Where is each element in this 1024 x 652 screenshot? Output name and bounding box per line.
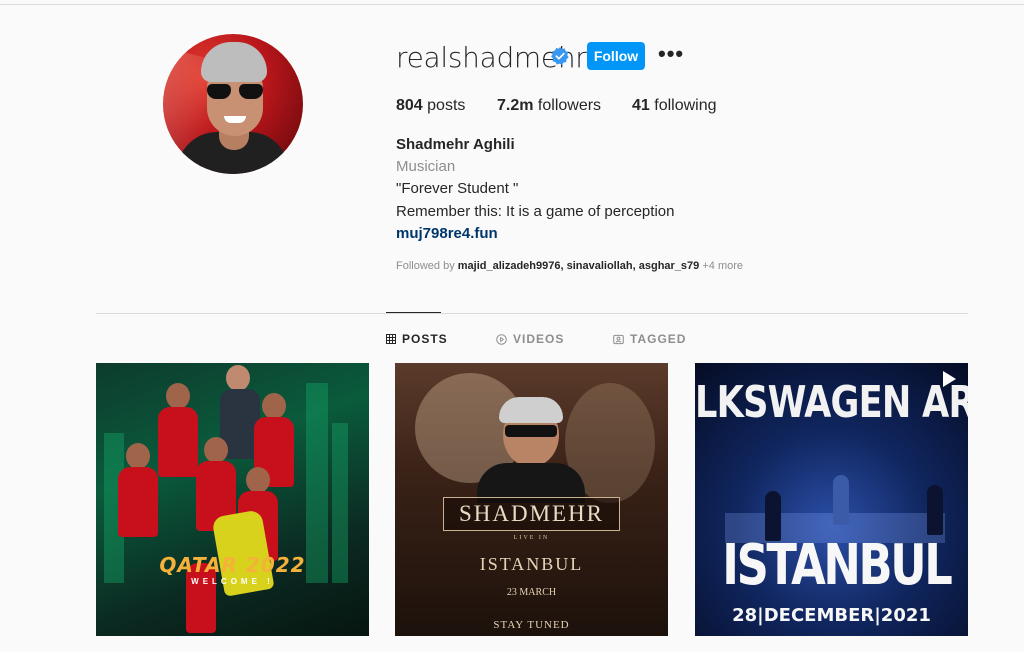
- followers-stat[interactable]: 7.2m followers: [497, 97, 601, 115]
- posts-label: posts: [427, 97, 466, 114]
- singer-hair: [499, 397, 563, 423]
- verified-badge-icon: [551, 47, 569, 65]
- following-label: following: [654, 97, 717, 114]
- tab-videos-label: VIDEOS: [513, 332, 565, 346]
- avatar-smile: [224, 116, 246, 123]
- tab-posts[interactable]: POSTS: [386, 332, 448, 346]
- tabs-divider: [96, 313, 968, 314]
- post-poster-live: LIVE IN: [513, 535, 550, 541]
- following-count: 41: [632, 97, 650, 114]
- post-city-text: ISTANBUL: [722, 533, 952, 598]
- more-options-icon[interactable]: •••: [658, 43, 684, 65]
- band-member-figure: [927, 485, 943, 535]
- active-tab-indicator: [386, 312, 441, 313]
- post-poster-footer: STAY TUNED: [493, 619, 570, 631]
- profile-bio-line-1: "Forever Student ": [396, 180, 519, 197]
- player-head: [246, 467, 270, 493]
- play-circle-icon: [496, 333, 507, 345]
- tab-tagged[interactable]: TAGGED: [613, 332, 686, 346]
- tab-tagged-label: TAGGED: [630, 332, 687, 346]
- player-head: [166, 383, 190, 409]
- followers-count: 7.2m: [497, 97, 534, 114]
- profile-avatar[interactable]: [163, 34, 303, 174]
- tag-icon: [613, 334, 624, 344]
- top-divider: [0, 4, 1024, 5]
- profile-full-name: Shadmehr Aghili: [396, 136, 515, 153]
- grid-icon: [386, 334, 396, 344]
- following-stat[interactable]: 41 following: [632, 97, 717, 115]
- followed-by-more: +4 more: [702, 260, 744, 272]
- avatar-sunglasses: [207, 84, 263, 100]
- post-poster-title: SHADMEHR: [443, 497, 620, 531]
- profile-category: Musician: [396, 158, 456, 175]
- post-poster-city: ISTANBUL: [479, 554, 584, 574]
- posts-count: 804: [396, 97, 423, 114]
- post-caption-sub: WELCOME !: [191, 577, 274, 586]
- post-thumbnail-istanbul-video[interactable]: LKSWAGEN AR ISTANBUL 28|DECEMBER|2021: [695, 363, 968, 636]
- followed-by-names: majid_alizadeh9976, sinavaliollah, asgha…: [457, 260, 700, 272]
- profile-bio-line-2: Remember this: It is a game of perceptio…: [396, 203, 675, 220]
- post-thumbnail-concert-poster[interactable]: SHADMEHR LIVE IN ISTANBUL 23 MARCH STAY …: [395, 363, 668, 636]
- profile-website-link[interactable]: muj798re4.fun: [396, 225, 498, 242]
- player-figure: [158, 407, 198, 477]
- tab-videos[interactable]: VIDEOS: [496, 332, 564, 346]
- followed-by-prefix: Followed by: [396, 260, 455, 272]
- player-head: [204, 437, 228, 463]
- post-caption-main: QATAR 2022: [159, 553, 306, 577]
- performer-figure: [833, 475, 849, 525]
- followers-label: followers: [537, 97, 602, 114]
- player-head: [126, 443, 150, 469]
- post-thumbnail-qatar[interactable]: QATAR 2022 WELCOME !: [96, 363, 369, 636]
- followed-by-text[interactable]: Followed by majid_alizadeh9976, sinavali…: [396, 260, 743, 272]
- post-banner-text: LKSWAGEN AR: [695, 377, 968, 428]
- avatar-hair: [201, 42, 267, 82]
- singer-sunglasses: [505, 425, 557, 437]
- tab-posts-label: POSTS: [402, 332, 448, 346]
- post-date-text: 28|DECEMBER|2021: [732, 605, 931, 626]
- follow-button[interactable]: Follow: [587, 42, 645, 70]
- video-play-icon: [943, 371, 956, 387]
- player-head: [262, 393, 286, 419]
- posts-stat: 804 posts: [396, 97, 465, 115]
- player-head: [226, 365, 250, 391]
- player-figure: [118, 467, 158, 537]
- post-poster-date: 23 MARCH: [506, 587, 557, 598]
